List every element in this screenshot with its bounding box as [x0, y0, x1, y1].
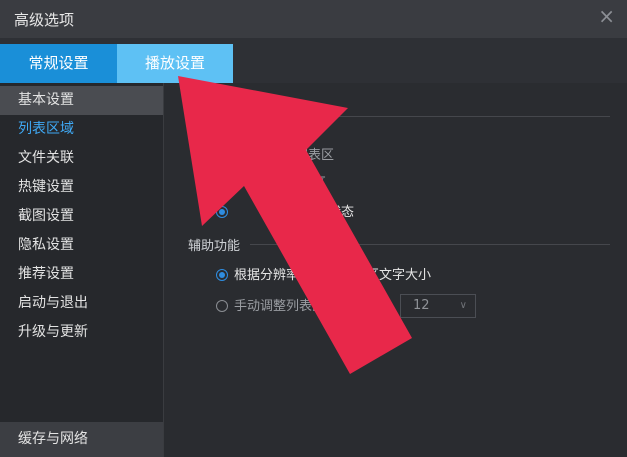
radio-button-checked[interactable] — [216, 269, 228, 281]
sidebar-item-list-area[interactable]: 列表区域 — [0, 115, 163, 144]
option-label-end: 列表区文字大小 — [340, 268, 432, 283]
option-label-end: 小 — [380, 299, 394, 314]
option-list-expand[interactable]: 开列表区 — [282, 146, 334, 166]
window-title: 高级选项 — [14, 11, 75, 29]
option-label: 展开状态 — [302, 205, 355, 220]
sidebar-item-cache-network[interactable]: 缓存与网络 — [0, 422, 163, 457]
option-label: 开列表区 — [282, 148, 335, 163]
tab-general-settings[interactable]: 常规设置 — [0, 44, 117, 83]
title-bar: 高级选项 × — [0, 0, 627, 38]
font-size-select[interactable]: 12 ∨ — [400, 294, 476, 318]
radio-button[interactable] — [216, 300, 228, 312]
sidebar-item-screenshot[interactable]: 截图设置 — [0, 202, 163, 231]
section-divider — [250, 244, 610, 245]
option-label-start: 手动调整列表区 — [234, 299, 326, 314]
sidebar-item-basic[interactable]: 基本设置 — [0, 86, 163, 115]
tab-playback-settings[interactable]: 播放设置 — [117, 44, 233, 83]
sidebar-item-recommend[interactable]: 推荐设置 — [0, 260, 163, 289]
select-value: 12 — [413, 298, 430, 313]
section-title-list-display-end: 展现 — [243, 111, 270, 126]
sidebar: 基本设置 列表区域 文件关联 热键设置 截图设置 隐私设置 推荐设置 启动与退出… — [0, 83, 163, 457]
option-label-start: 根据分辨率 — [234, 268, 300, 283]
section-title-assist: 辅助功能 — [188, 239, 241, 254]
close-icon[interactable]: × — [598, 6, 615, 26]
section-divider — [272, 116, 610, 117]
radio-button[interactable] — [214, 177, 226, 189]
sidebar-item-startup-exit[interactable]: 启动与退出 — [0, 289, 163, 318]
sidebar-item-privacy[interactable]: 隐私设置 — [0, 231, 163, 260]
section-title-list-display-start: 列 — [188, 111, 202, 126]
sidebar-item-hotkeys[interactable]: 热键设置 — [0, 173, 163, 202]
sidebar-item-upgrade[interactable]: 升级与更新 — [0, 318, 163, 347]
chevron-down-icon: ∨ — [459, 300, 467, 311]
radio-button-checked[interactable] — [216, 206, 228, 218]
option-label: 表区 — [300, 176, 327, 191]
tab-bar: 常规设置 播放设置 — [0, 38, 627, 83]
sidebar-item-file-association[interactable]: 文件关联 — [0, 144, 163, 173]
